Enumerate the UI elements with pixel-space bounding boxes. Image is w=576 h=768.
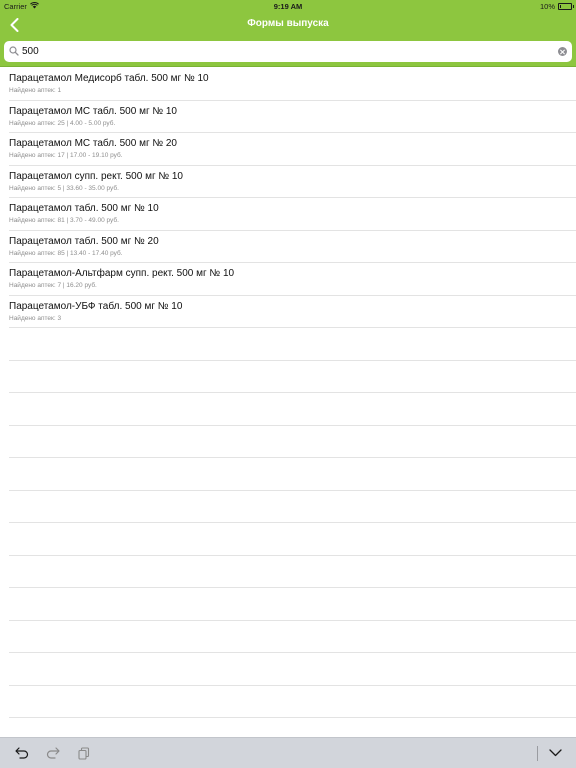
item-title: Парацетамол супп. рект. 500 мг № 10 [9,170,183,182]
redo-icon[interactable] [45,745,61,761]
undo-icon[interactable] [14,745,30,761]
list-item[interactable]: Парацетамол-УБФ табл. 500 мг № 10 Найдено… [9,296,576,328]
toolbar-divider [537,746,538,761]
keyboard-shortcut-bar [0,737,576,768]
list-item[interactable]: Парацетамол МС табл. 500 мг № 20 Найдено … [9,133,576,166]
paste-icon[interactable] [76,745,92,761]
list-item[interactable]: Парацетамол Медисорб табл. 500 мг № 10 На… [9,68,576,101]
search-field[interactable] [4,41,572,62]
empty-row [9,328,576,361]
item-title: Парацетамол-Альтфарм супп. рект. 500 мг … [9,268,235,279]
empty-row [9,393,576,426]
clear-icon[interactable] [558,47,567,56]
list-item[interactable]: Парацетамол МС табл. 500 мг № 10 Найдено … [9,101,576,133]
search-bar [0,37,576,67]
item-title: Парацетамол Медисорб табл. 500 мг № 10 [9,73,209,84]
search-icon [9,46,19,56]
battery-percent: 10% [539,2,555,11]
list-item[interactable]: Парацетамол-Альтфарм супп. рект. 500 мг … [9,263,576,296]
item-subtitle: Найдено аптек: 1 [9,87,62,94]
item-subtitle: Найдено аптек: 81 | 3.70 - 49.00 руб. [9,217,119,224]
chevron-down-icon[interactable] [547,745,563,761]
empty-row [9,426,576,458]
empty-row [9,653,576,686]
results-list: Парацетамол Медисорб табл. 500 мг № 10 На… [0,68,576,751]
empty-row [9,686,576,718]
search-input[interactable] [22,43,542,60]
list-item[interactable]: Парацетамол супп. рект. 500 мг № 10 Найде… [9,166,576,198]
item-title: Парацетамол МС табл. 500 мг № 10 [9,105,177,117]
navigation-bar: Формы выпуска [0,13,576,37]
status-bar: Carrier 9:19 AM 10% [0,0,576,13]
empty-row [9,621,576,653]
empty-row [9,361,576,393]
item-title: Парацетамол-УБФ табл. 500 мг № 10 [9,300,183,312]
empty-row [9,458,576,491]
item-title: Парацетамол табл. 500 мг № 10 [9,203,159,214]
battery-fill [560,5,562,8]
item-title: Парацетамол табл. 500 мг № 20 [9,235,159,247]
empty-row [9,491,576,523]
app-screen: Carrier 9:19 AM 10% Формы выпуска Параце… [0,0,576,768]
item-subtitle: Найдено аптек: 7 | 16.20 руб. [9,282,97,289]
item-subtitle: Найдено аптек: 17 | 17.00 - 19.10 руб. [9,152,123,159]
battery-icon [558,3,574,10]
item-subtitle: Найдено аптек: 25 | 4.00 - 5.00 руб. [9,119,116,127]
item-subtitle: Найдено аптек: 3 [9,314,62,322]
empty-row [9,556,576,588]
battery-group: 10% [539,2,574,11]
list-item[interactable]: Парацетамол табл. 500 мг № 10 Найдено апт… [9,198,576,231]
list-item[interactable]: Парацетамол табл. 500 мг № 20 Найдено апт… [9,231,576,263]
page-title: Формы выпуска [247,18,329,29]
empty-row [9,588,576,621]
item-subtitle: Найдено аптек: 85 | 13.40 - 17.40 руб. [9,249,123,257]
item-subtitle: Найдено аптек: 5 | 33.60 - 35.00 руб. [9,184,119,192]
status-time: 9:19 AM [273,2,303,11]
item-title: Парацетамол МС табл. 500 мг № 20 [9,138,177,149]
empty-row [9,523,576,556]
